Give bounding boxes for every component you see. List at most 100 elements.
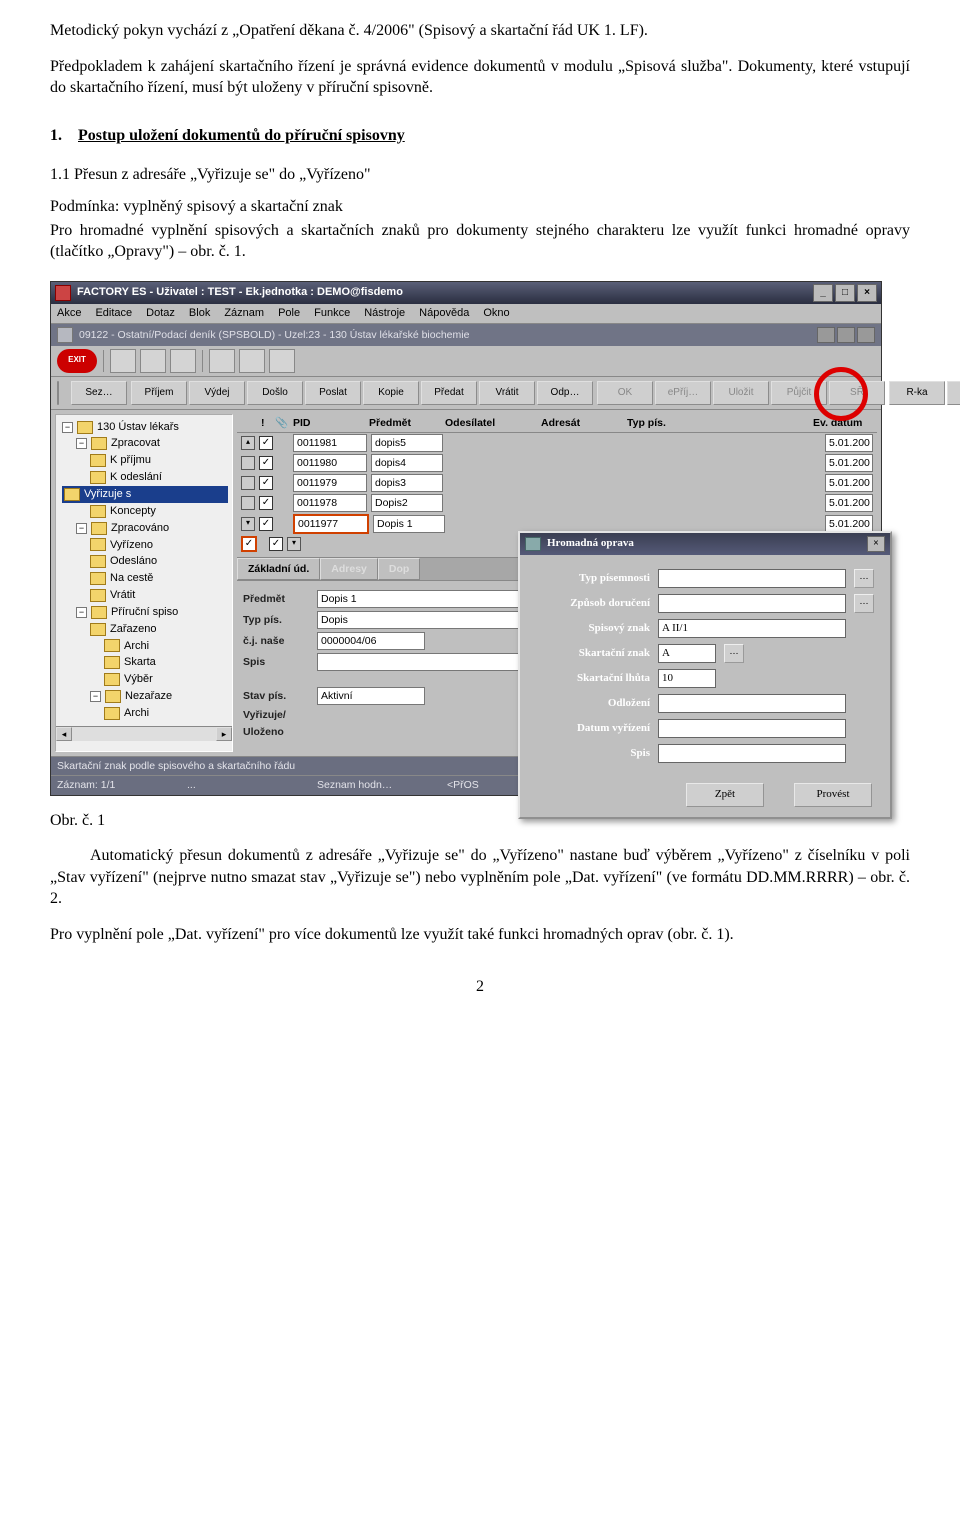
col-odesilatel[interactable]: Odesílatel [445, 416, 535, 430]
toolbar-icon-4[interactable] [209, 349, 235, 373]
toolbar-icon-1[interactable] [110, 349, 136, 373]
expander-icon[interactable]: − [76, 523, 87, 534]
menu-zaznam[interactable]: Záznam [224, 306, 264, 321]
dlg-field-skartlhuta[interactable]: 10 [658, 669, 716, 688]
menu-blok[interactable]: Blok [189, 306, 210, 321]
cell-predmet[interactable]: dopis3 [371, 474, 443, 492]
btn-predat[interactable]: Předat [421, 381, 477, 405]
row-checkbox[interactable] [259, 517, 273, 531]
folder-tree[interactable]: −130 Ústav lékařs −Zpracovat K příjmu K … [55, 414, 233, 753]
field-cj[interactable]: 0000004/06 [317, 632, 425, 650]
table-row[interactable]: 0011978 Dopis2 5.01.200 [237, 493, 877, 513]
tree-item[interactable]: Vrátit [110, 588, 135, 603]
cell-predmet[interactable]: Dopis 1 [373, 515, 445, 533]
tree-item[interactable]: Zpracovat [111, 436, 160, 451]
btn-kopie[interactable]: Kopie [363, 381, 419, 405]
tree-item[interactable]: Koncepty [110, 504, 156, 519]
expander-icon[interactable]: − [90, 691, 101, 702]
tree-item[interactable]: Nezařaze [125, 689, 172, 704]
col-typ[interactable]: Typ pís. [627, 416, 687, 430]
scroll-left-icon[interactable]: ◂ [56, 727, 72, 741]
tree-item[interactable]: Zpracováno [111, 521, 169, 536]
mdi-close[interactable] [857, 327, 875, 343]
tree-item[interactable]: K příjmu [110, 453, 151, 468]
row-toggle[interactable] [241, 496, 255, 510]
btn-prijem[interactable]: Příjem [131, 381, 187, 405]
dlg-field-zpusob[interactable] [658, 594, 846, 613]
toolbar-icon-3[interactable] [170, 349, 196, 373]
cell-date[interactable]: 5.01.200 [825, 494, 873, 512]
btn-doslo[interactable]: Došlo [247, 381, 303, 405]
menu-nastroje[interactable]: Nástroje [364, 306, 405, 321]
nav-button[interactable] [57, 381, 59, 405]
row-toggle[interactable]: ▾ [287, 537, 301, 551]
cell-pid[interactable]: 0011980 [293, 454, 367, 472]
cell-date[interactable]: 5.01.200 [825, 434, 873, 452]
btn-odp[interactable]: Odp… [537, 381, 593, 405]
row-checkbox[interactable] [259, 436, 273, 450]
dialog-back-button[interactable]: Zpět [686, 783, 764, 807]
dialog-titlebar[interactable]: Hromadná oprava × [520, 533, 890, 555]
btn-sr[interactable]: SŘ [829, 381, 885, 405]
menu-akce[interactable]: Akce [57, 306, 81, 321]
cell-pid[interactable]: 0011977 [293, 514, 369, 534]
tree-item[interactable]: Vyřízeno [110, 538, 153, 553]
row-toggle[interactable]: ▴ [241, 436, 255, 450]
menu-editace[interactable]: Editace [95, 306, 132, 321]
row-toggle[interactable]: ▾ [241, 517, 255, 531]
toolbar-icon-5[interactable] [239, 349, 265, 373]
row-checkbox[interactable] [259, 476, 273, 490]
table-row[interactable]: 0011979 dopis3 5.01.200 [237, 473, 877, 493]
col-evdatum[interactable]: Ev. datum [813, 416, 873, 430]
tree-item[interactable]: Odesláno [110, 554, 157, 569]
toolbar-icon-2[interactable] [140, 349, 166, 373]
picker-icon[interactable]: … [854, 594, 874, 613]
cell-predmet[interactable]: Dopis2 [371, 494, 443, 512]
cell-pid[interactable]: 0011981 [293, 434, 367, 452]
expander-icon[interactable]: − [76, 607, 87, 618]
menubar[interactable]: Akce Editace Dotaz Blok Záznam Pole Funk… [51, 304, 881, 324]
tree-item[interactable]: Zařazeno [110, 622, 156, 637]
expander-icon[interactable]: − [62, 422, 73, 433]
dialog-execute-button[interactable]: Provést [794, 783, 872, 807]
tree-item[interactable]: Výběr [124, 672, 153, 687]
btn-ok[interactable]: OK [597, 381, 653, 405]
dlg-field-spisznak[interactable]: A II/1 [658, 619, 846, 638]
tree-item-selected[interactable]: Vyřizuje s [84, 487, 131, 502]
picker-icon[interactable]: … [724, 644, 744, 663]
field-typ[interactable]: Dopis [317, 611, 525, 629]
field-spis[interactable] [317, 653, 525, 671]
dlg-field-datum[interactable] [658, 719, 846, 738]
tree-item[interactable]: Archi [124, 706, 149, 721]
tab-dop[interactable]: Dop [378, 558, 420, 580]
btn-vratit[interactable]: Vrátit [479, 381, 535, 405]
cell-pid[interactable]: 0011978 [293, 494, 367, 512]
btn-poslat[interactable]: Poslat [305, 381, 361, 405]
tree-scrollbar[interactable]: ◂ ▸ [56, 726, 232, 741]
field-predmet[interactable]: Dopis 1 [317, 590, 525, 608]
col-pid[interactable]: PID [293, 416, 363, 430]
tree-root[interactable]: 130 Ústav lékařs [97, 420, 179, 435]
col-bang[interactable]: ! [261, 416, 269, 430]
expander-icon[interactable]: − [76, 438, 87, 449]
minimize-button[interactable]: _ [813, 284, 833, 302]
dialog-close-button[interactable]: × [867, 536, 885, 552]
col-predmet[interactable]: Předmět [369, 416, 439, 430]
mdi-max[interactable] [837, 327, 855, 343]
cell-predmet[interactable]: dopis4 [371, 454, 443, 472]
exit-button[interactable]: EXIT [57, 349, 97, 373]
tree-item[interactable]: Skarta [124, 655, 156, 670]
btn-sez[interactable]: Sez… [71, 381, 127, 405]
row-toggle[interactable] [241, 476, 255, 490]
dlg-field-odlozeni[interactable] [658, 694, 846, 713]
col-adresat[interactable]: Adresát [541, 416, 621, 430]
mdi-min[interactable] [817, 327, 835, 343]
cell-date[interactable]: 5.01.200 [825, 454, 873, 472]
btn-rka[interactable]: R-ka [889, 381, 945, 405]
row-checkbox[interactable] [259, 456, 273, 470]
dlg-field-typ[interactable] [658, 569, 846, 588]
tree-item[interactable]: Archi [124, 639, 149, 654]
table-row[interactable]: ▴ 0011981 dopis5 5.01.200 [237, 433, 877, 453]
dlg-field-spis[interactable] [658, 744, 846, 763]
tree-item[interactable]: Na cestě [110, 571, 153, 586]
